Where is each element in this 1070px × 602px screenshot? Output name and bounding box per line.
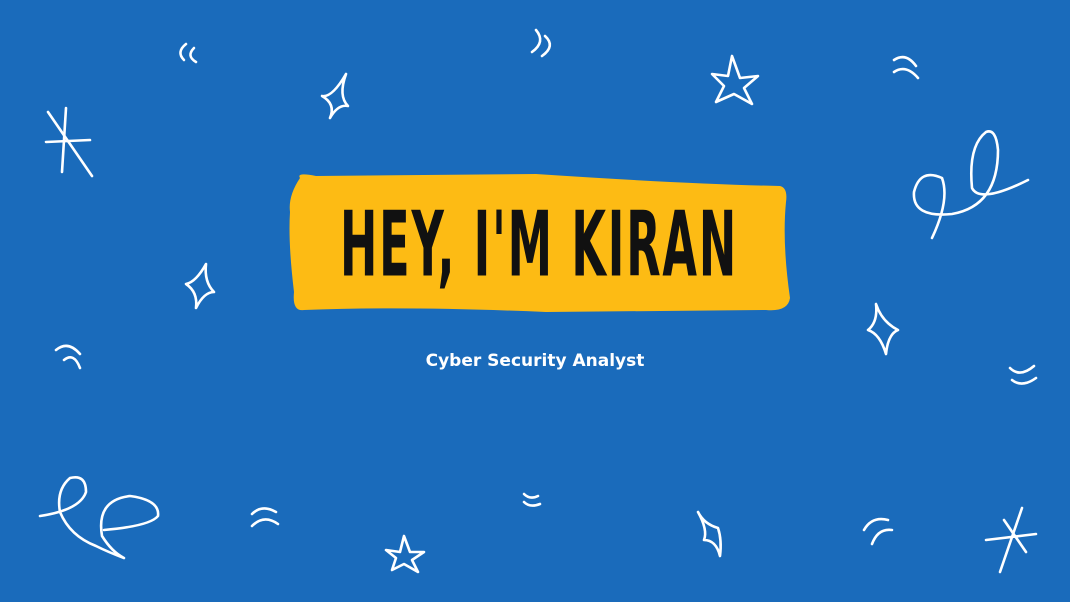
star-icon [710,54,760,106]
arc-icon [862,517,894,546]
arc-icon [522,492,542,507]
sparkle-icon [184,262,216,310]
arc-icon [179,42,198,64]
sparkle-icon [866,302,900,356]
arc-icon [892,55,920,80]
asterisk-icon [984,506,1038,574]
swirl-icon [38,476,160,560]
subtitle-text: Cyber Security Analyst [425,351,645,371]
sparkle-icon [320,72,350,120]
headline-text: HEY, I'M KIRAN [339,191,739,297]
arc-icon [530,28,552,58]
arc-icon [250,507,280,528]
star-icon [384,534,426,574]
swirl-icon [912,130,1030,240]
asterisk-icon [44,106,94,178]
headline-banner: HEY, I'M KIRAN [286,172,792,316]
sparkle-icon [696,510,722,558]
